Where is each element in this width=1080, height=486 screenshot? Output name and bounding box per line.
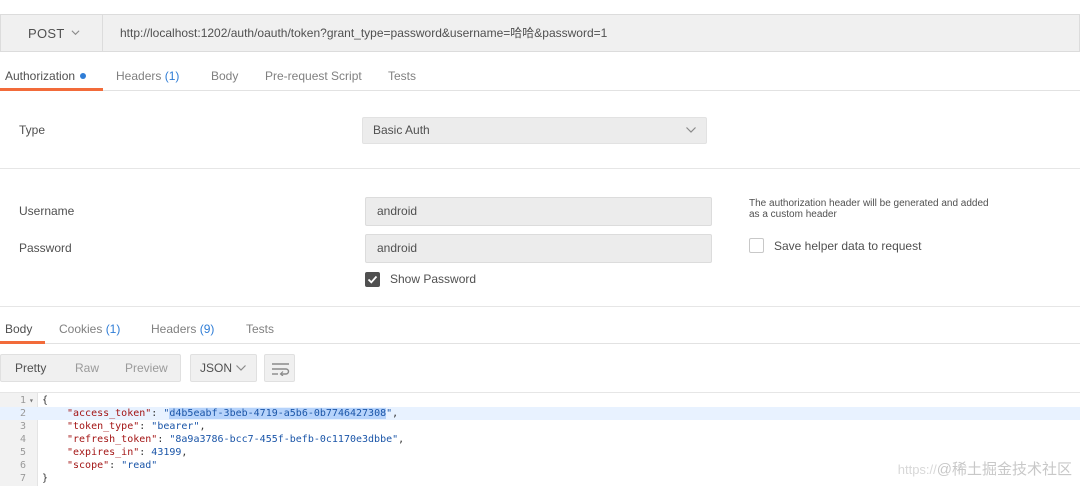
request-bar: POST http://localhost:1202/auth/oauth/to… [0, 14, 1080, 52]
json-key: "access_token" [67, 408, 152, 419]
code-line: 2 "access_token": "d4b5eabf-3beb-4719-a5… [0, 407, 1080, 420]
save-helper-checkbox[interactable] [749, 238, 764, 253]
tab-response-body[interactable]: Body [5, 314, 32, 344]
code-text: "scope": "read" [67, 460, 158, 471]
json-key: "scope" [67, 460, 110, 471]
tab-label: Headers [116, 69, 165, 83]
response-tabs: Body Cookies (1) Headers (9) Tests [0, 314, 1080, 344]
active-tab-indicator [0, 88, 103, 91]
tab-cookies[interactable]: Cookies (1) [59, 314, 120, 344]
json-value: "d4b5eabf-3beb-4719-a5b6-0b7746427308" [163, 408, 393, 419]
tab-authorization[interactable]: Authorization [5, 61, 87, 91]
code-text: "expires_in": 43199, [67, 447, 188, 458]
tab-label: Tests [246, 322, 275, 336]
view-pretty-button[interactable]: Pretty [15, 355, 46, 381]
tab-label: Body [5, 322, 33, 336]
tab-label: Authorization [5, 69, 76, 83]
line-number: 5 [19, 447, 26, 458]
chevron-down-icon [686, 127, 696, 133]
tab-response-headers[interactable]: Headers (9) [151, 314, 214, 344]
watermark-url: https:// [897, 462, 937, 477]
format-value: JSON [200, 361, 233, 375]
code-line: 1 ▾ { [0, 394, 1080, 407]
method-label: POST [28, 25, 65, 41]
username-field[interactable]: android [365, 197, 712, 226]
code-text: "token_type": "bearer", [67, 421, 206, 432]
username-label: Username [19, 204, 75, 218]
password-label: Password [19, 241, 72, 255]
view-mode-toggle: Pretty Raw Preview [0, 354, 181, 382]
code-text: "access_token": "d4b5eabf-3beb-4719-a5b6… [67, 408, 399, 419]
json-value: "bearer" [151, 421, 200, 432]
code-text: } [42, 473, 49, 484]
chevron-down-icon [236, 365, 246, 371]
code-text: { [42, 395, 49, 406]
tab-label: Cookies [59, 322, 106, 336]
fold-toggle-icon[interactable]: ▾ [29, 394, 34, 407]
code-text: "refresh_token": "8a9a3786-bcc7-455f-bef… [67, 434, 405, 445]
save-helper-label: Save helper data to request [774, 239, 922, 253]
chevron-down-icon [71, 30, 80, 36]
tab-count: (9) [199, 322, 215, 336]
code-line: 3 "token_type": "bearer", [0, 420, 1080, 433]
section-divider [0, 306, 1080, 307]
line-number: 3 [19, 421, 26, 432]
tab-label: Headers [151, 322, 200, 336]
json-key: "expires_in" [67, 447, 140, 458]
section-divider [0, 168, 1080, 169]
tab-response-tests[interactable]: Tests [246, 314, 274, 344]
watermark-text: @稀土掘金技术社区 [936, 461, 1072, 478]
line-number: 7 [19, 473, 26, 484]
auth-type-value: Basic Auth [373, 123, 430, 137]
json-value: 43199 [151, 447, 182, 458]
wrap-lines-button[interactable] [264, 354, 295, 382]
auth-type-select[interactable]: Basic Auth [362, 117, 707, 144]
view-preview-button[interactable]: Preview [125, 355, 168, 381]
tab-count: (1) [105, 322, 121, 336]
tab-headers[interactable]: Headers (1) [116, 61, 179, 91]
json-value: "8a9a3786-bcc7-455f-befb-0c1170e3dbbe" [169, 434, 399, 445]
method-select[interactable]: POST [1, 15, 103, 51]
show-password-checkbox[interactable] [365, 272, 380, 287]
url-input[interactable]: http://localhost:1202/auth/oauth/token?g… [120, 15, 607, 51]
wrap-lines-icon [272, 363, 290, 376]
line-number: 4 [19, 434, 26, 445]
line-number: 2 [19, 408, 26, 419]
format-select[interactable]: JSON [190, 354, 257, 382]
show-password-label: Show Password [390, 272, 477, 286]
request-tabs: Authorization Headers (1) Body Pre-reque… [0, 61, 1080, 91]
auth-info-text: The authorization header will be generat… [749, 198, 989, 220]
modified-dot-icon [80, 72, 87, 79]
tab-tests[interactable]: Tests [388, 61, 416, 91]
tab-label: Tests [388, 69, 417, 83]
tab-count: (1) [164, 69, 180, 83]
json-key: "token_type" [67, 421, 140, 432]
tab-label: Body [211, 69, 239, 83]
check-icon [367, 275, 378, 284]
active-tab-indicator [0, 341, 45, 344]
tab-label: Pre-request Script [265, 69, 362, 83]
line-number: 1 [19, 395, 26, 406]
password-field[interactable]: android [365, 234, 712, 263]
line-number: 6 [19, 460, 26, 471]
json-key: "refresh_token" [67, 434, 158, 445]
tab-pre-request-script[interactable]: Pre-request Script [265, 61, 362, 91]
view-raw-button[interactable]: Raw [75, 355, 99, 381]
code-line: 4 "refresh_token": "8a9a3786-bcc7-455f-b… [0, 433, 1080, 446]
tab-body[interactable]: Body [211, 61, 238, 91]
type-label: Type [19, 123, 46, 137]
watermark: https://@稀土掘金技术社区 [898, 458, 1072, 479]
json-value: "read" [121, 460, 158, 471]
selected-text: d4b5eabf-3beb-4719-a5b6-0b7746427308 [169, 408, 387, 419]
